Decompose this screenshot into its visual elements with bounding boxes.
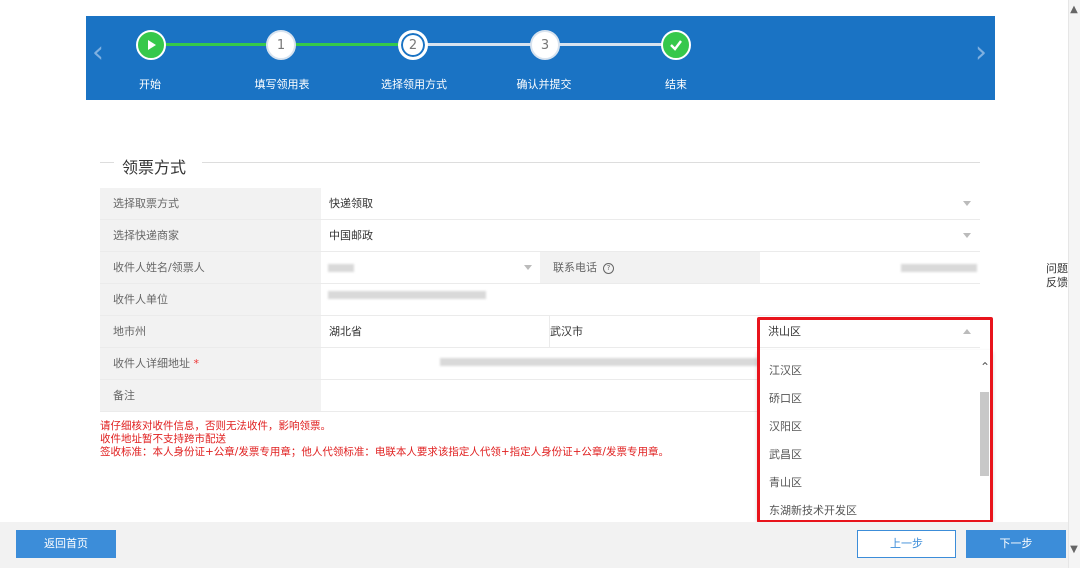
- step-connector: [150, 43, 280, 46]
- step-number: 3: [540, 37, 550, 53]
- address-label-text: 收件人详细地址: [113, 357, 190, 370]
- previous-step-button[interactable]: 上一步: [857, 530, 956, 558]
- play-icon: [148, 40, 156, 50]
- field-label: 收件人详细地址 *: [100, 348, 321, 379]
- divider: [202, 162, 980, 163]
- notice-line: 请仔细核对收件信息，否则无法收件，影响领票。: [100, 420, 331, 432]
- phone-label-text: 联系电话: [553, 261, 597, 274]
- step-connector: [546, 43, 676, 46]
- form-row-recipient: 收件人姓名/领票人 联系电话?: [100, 252, 980, 284]
- chevron-down-icon[interactable]: [963, 201, 971, 206]
- scroll-down-icon[interactable]: ▼: [1068, 544, 1080, 555]
- step-connector: [280, 43, 410, 46]
- recipient-unit-field[interactable]: [329, 284, 980, 315]
- required-mark: *: [193, 357, 200, 370]
- step-2: 2: [398, 30, 428, 60]
- field-label: 地市州: [100, 316, 321, 347]
- phone-label: 联系电话?: [540, 252, 760, 283]
- notice-line: 签收标准：本人身份证+公章/发票专用章；他人代领标准：电联本人要求该指定人代领+…: [100, 446, 669, 458]
- form-row-unit: 收件人单位: [100, 284, 980, 316]
- page-scrollbar[interactable]: [1068, 0, 1080, 568]
- redacted-value: [328, 291, 486, 299]
- field-label: 收件人单位: [100, 284, 321, 315]
- recipient-name-field[interactable]: [329, 252, 539, 283]
- step-connector: [416, 43, 546, 46]
- step-number: 2: [408, 37, 418, 53]
- field-label: 选择快递商家: [100, 220, 321, 251]
- chevron-right-icon[interactable]: ›: [975, 38, 987, 68]
- pickup-method-select[interactable]: 快递领取: [329, 188, 980, 219]
- step-label: 选择领用方式: [381, 78, 447, 91]
- field-label: 选择取票方式: [100, 188, 321, 219]
- chevron-left-icon[interactable]: ‹: [92, 38, 104, 68]
- next-step-button[interactable]: 下一步: [966, 530, 1066, 558]
- redacted-value: [328, 264, 354, 272]
- redacted-value: [440, 358, 758, 366]
- step-label: 结束: [665, 78, 687, 91]
- step-number: 1: [276, 37, 286, 53]
- step-label: 填写领用表: [254, 78, 310, 91]
- field-label: 收件人姓名/领票人: [100, 252, 321, 283]
- step-3: 3: [530, 30, 560, 60]
- field-label: 备注: [100, 380, 321, 411]
- notice-text: 请仔细核对收件信息，否则无法收件，影响领票。 收件地址暂不支持跨市配送 签收标准…: [100, 420, 669, 459]
- help-icon[interactable]: ?: [603, 262, 614, 274]
- chevron-down-icon[interactable]: [524, 265, 532, 270]
- city-select[interactable]: 武汉市: [549, 316, 750, 347]
- province-select[interactable]: 湖北省: [329, 316, 539, 347]
- courier-select[interactable]: 中国邮政: [329, 220, 980, 251]
- highlight-box: [757, 317, 993, 523]
- form-row-courier: 选择快递商家 中国邮政: [100, 220, 980, 252]
- step-end: [661, 30, 691, 60]
- remarks-field[interactable]: [329, 380, 759, 411]
- form-row-pickup-method: 选择取票方式 快递领取: [100, 188, 980, 220]
- divider: [100, 162, 114, 163]
- notice-line: 收件地址暂不支持跨市配送: [100, 433, 226, 445]
- step-label: 开始: [139, 78, 161, 91]
- step-start: [136, 30, 166, 60]
- step-label: 确认并提交: [516, 78, 572, 91]
- progress-banner: ‹ › 1 2 3 开始 填写领用表 选择领用方式 确认并提交 结束: [86, 16, 995, 100]
- redacted-value: [901, 264, 977, 272]
- back-home-button[interactable]: 返回首页: [16, 530, 116, 558]
- chevron-down-icon[interactable]: [963, 233, 971, 238]
- step-1: 1: [266, 30, 296, 60]
- check-icon: [670, 40, 682, 51]
- section-title: 领票方式: [122, 158, 187, 177]
- scroll-up-icon[interactable]: ▲: [1068, 4, 1080, 15]
